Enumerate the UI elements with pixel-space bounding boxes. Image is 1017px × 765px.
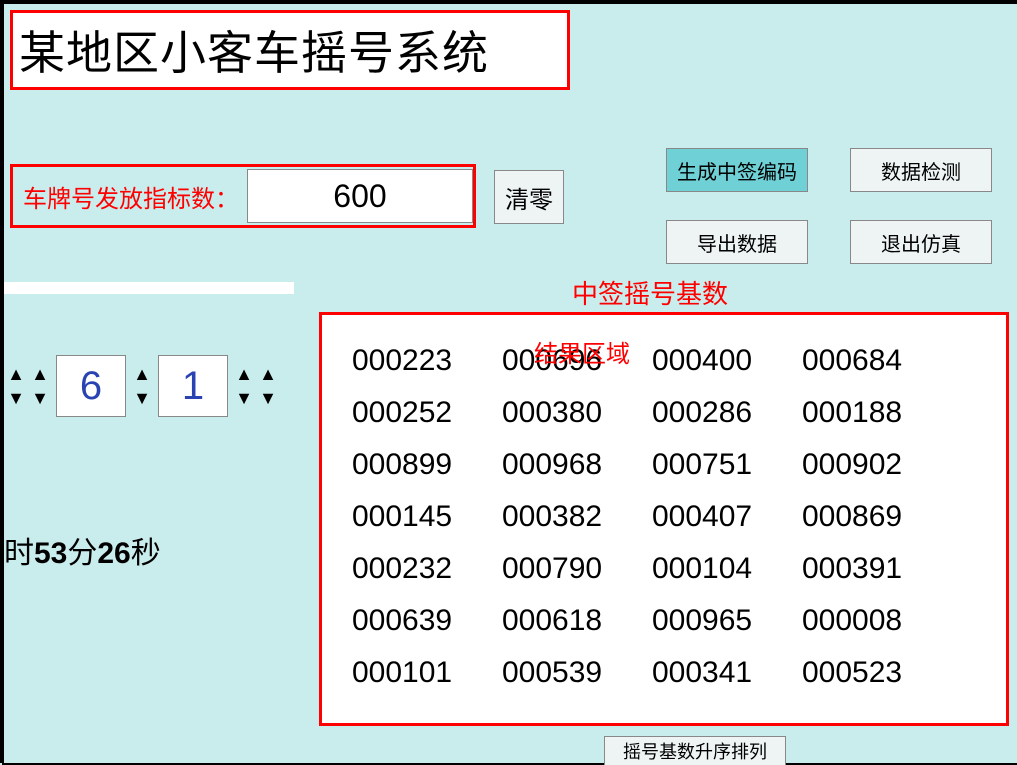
time-sec-suffix: 秒: [131, 537, 161, 570]
left-panel-strip: [4, 282, 294, 294]
result-cell: 000008: [802, 595, 952, 647]
time-display: 时53分26秒: [4, 528, 161, 572]
quota-box: 车牌号发放指标数： 600: [10, 164, 476, 228]
stepper-arrows: ▲▼: [28, 362, 52, 410]
base-number-label: 中签摇号基数: [572, 274, 728, 311]
results-row: 000145000382000407000869: [352, 491, 996, 543]
stepper-arrows: ▲▼: [232, 362, 256, 410]
results-row: 000252000380000286000188: [352, 387, 996, 439]
result-cell: 000684: [802, 335, 952, 387]
result-cell: 000380: [502, 387, 652, 439]
digit-stepper: ▲▼: [28, 362, 52, 410]
stepper-up-icon[interactable]: ▲: [4, 362, 28, 386]
result-cell: 000968: [502, 439, 652, 491]
stepper-arrows: ▲▼: [4, 362, 28, 410]
app-title-box: 某地区小客车摇号系统: [10, 10, 570, 90]
result-cell: 000751: [652, 439, 802, 491]
stepper-down-icon[interactable]: ▼: [232, 386, 256, 410]
time-hour-suffix: 时: [4, 537, 34, 570]
result-cell: 000618: [502, 595, 652, 647]
result-cell: 000188: [802, 387, 952, 439]
result-cell: 000382: [502, 491, 652, 543]
result-cell: 000223: [352, 335, 502, 387]
result-cell: 000902: [802, 439, 952, 491]
result-cell: 000899: [352, 439, 502, 491]
exit-sim-button[interactable]: 退出仿真: [850, 220, 992, 264]
results-row: 000101000539000341000523: [352, 647, 996, 699]
stepper-down-icon[interactable]: ▼: [28, 386, 52, 410]
app-title: 某地区小客车摇号系统: [19, 17, 489, 83]
results-row: 000223000696000400000684: [352, 335, 996, 387]
stepper-value[interactable]: 1: [158, 355, 228, 417]
result-cell: 000869: [802, 491, 952, 543]
stepper-up-icon[interactable]: ▲: [130, 362, 154, 386]
results-row: 000639000618000965000008: [352, 595, 996, 647]
stepper-up-icon[interactable]: ▲: [232, 362, 256, 386]
result-cell: 000790: [502, 543, 652, 595]
quota-value[interactable]: 600: [247, 169, 473, 223]
result-cell: 000400: [652, 335, 802, 387]
result-cell: 000391: [802, 543, 952, 595]
generate-code-button[interactable]: 生成中签编码: [666, 148, 808, 192]
result-cell: 000101: [352, 647, 502, 699]
stepper-down-icon[interactable]: ▼: [256, 386, 280, 410]
stepper-arrows: ▲▼: [130, 362, 154, 410]
stepper-up-icon[interactable]: ▲: [256, 362, 280, 386]
result-cell: 000965: [652, 595, 802, 647]
time-min: 53: [34, 537, 67, 570]
clear-button[interactable]: 清零: [494, 170, 564, 224]
stepper-value[interactable]: 6: [56, 355, 126, 417]
data-check-button[interactable]: 数据检测: [850, 148, 992, 192]
result-cell: 000145: [352, 491, 502, 543]
result-cell: 000252: [352, 387, 502, 439]
time-min-suffix: 分: [67, 537, 97, 570]
result-cell: 000341: [652, 647, 802, 699]
stepper-arrows: ▲▼: [256, 362, 280, 410]
results-row: 000232000790000104000391: [352, 543, 996, 595]
result-cell: 000104: [652, 543, 802, 595]
stepper-down-icon[interactable]: ▼: [4, 386, 28, 410]
quota-label: 车牌号发放指标数：: [13, 179, 239, 214]
results-area: 0002230006960004000006840002520003800002…: [319, 312, 1009, 726]
export-data-button[interactable]: 导出数据: [666, 220, 808, 264]
result-area-label: 结果区域: [534, 334, 630, 369]
digit-stepper: 6▲▼: [52, 355, 154, 417]
results-row: 000899000968000751000902: [352, 439, 996, 491]
result-cell: 000407: [652, 491, 802, 543]
result-cell: 000232: [352, 543, 502, 595]
result-cell: 000639: [352, 595, 502, 647]
digit-stepper: ▲▼: [256, 362, 280, 410]
stepper-down-icon[interactable]: ▼: [130, 386, 154, 410]
time-sec: 26: [97, 537, 130, 570]
result-cell: 000286: [652, 387, 802, 439]
digit-stepper: 1▲▼: [154, 355, 256, 417]
sort-ascending-button[interactable]: 摇号基数升序排列: [604, 736, 786, 765]
result-cell: 000539: [502, 647, 652, 699]
stepper-up-icon[interactable]: ▲: [28, 362, 52, 386]
result-cell: 000523: [802, 647, 952, 699]
digit-steppers: ▲▼▲▼6▲▼1▲▼▲▼: [4, 346, 280, 426]
